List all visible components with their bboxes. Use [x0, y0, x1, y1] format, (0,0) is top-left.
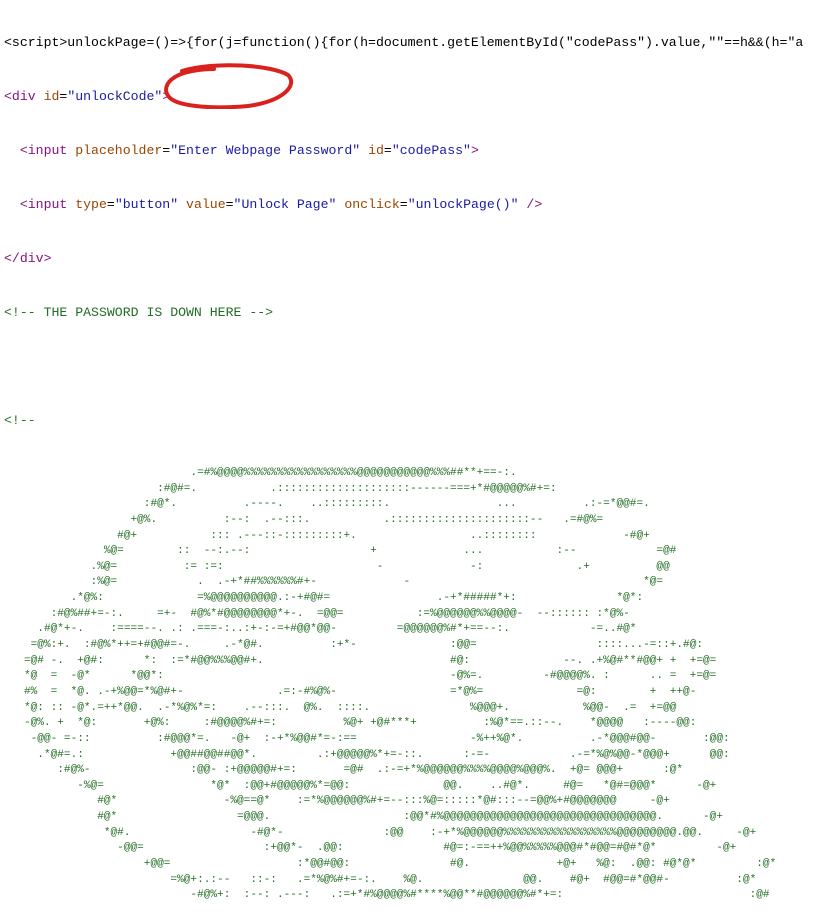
ascii-art-line: *@: :: -@*.=++*@@. .-*%@%*=: .--:::. @%.…: [4, 701, 677, 714]
div-open-line: <div id="unlockCode">: [4, 89, 171, 104]
ascii-art-line: +@%. :--: .--:::. .:::::::::::::::::::::…: [4, 513, 604, 526]
ascii-art-line: *@ = -@* *@@*: -@%=. -#@@@@%. : .. = +=@…: [4, 670, 717, 683]
ascii-art-line: #@* =@@@. :@@*#%@@@@@@@@@@@@@@@@@@@@@@@@…: [4, 811, 723, 824]
ascii-art-line: :#@*. .----. ..:::::::::. ... .:-=*@@#=.: [4, 498, 650, 511]
ascii-art-comment: .=#%@@@@%%%%%%%%%%%%%%%%%@@@@@@@@@@@%%%#…: [4, 466, 829, 904]
ascii-art-line: #@* -%@==@* :=*%@@@@@@%#+=--:::%@=:::::*…: [4, 795, 670, 808]
ascii-art-line: =%@+:.:-- ::-: .=*%@%#+=-:. %@. @@. #@+ …: [4, 873, 757, 886]
ascii-art-line: -%@= *@* :@@+#@@@@@%*=@@: @@. ..#@*. #@=…: [4, 779, 717, 792]
password-input-line: <input placeholder="Enter Webpage Passwo…: [19, 143, 479, 158]
ascii-art-line: -@%. + *@: +@%: :#@@@@%#+=: %@+ +@#***+ …: [4, 717, 697, 730]
ascii-art-line: #@+ ::: .---::-:::::::::+. ..:::::::: -#…: [4, 529, 650, 542]
ascii-art-line: #% = *@. .-+%@@=*%@#+- .=:-#%@%- =*@%= =…: [4, 685, 697, 698]
ascii-art-line: :#@%- :@@- :+@@@@@#+=: =@# .:-=+*%@@@@@@…: [4, 764, 684, 777]
script-line: <script>unlockPage=()=>{for(j=function()…: [4, 35, 804, 50]
ascii-art-line: .=#%@@@@%%%%%%%%%%%%%%%%%@@@@@@@@@@@%%%#…: [4, 467, 517, 479]
ascii-art-line: :%@= . .-+*##%%%%%%#+- - *@=: [4, 576, 664, 589]
ascii-art-line: :#@%##+=-:. =+- #@%*#@@@@@@@@*+-. =@@= :…: [4, 607, 630, 620]
ascii-art-line: %@= :: --:.--: + ... :-- =@#: [4, 545, 677, 558]
ascii-art-line: :#@#=. .::::::::::::::::::::------===+*#…: [4, 482, 557, 495]
div-close-line: </div>: [4, 251, 52, 266]
ascii-art-line: =@%:+. :#@%*++=+#@@#=-. .-*@#. :+*- :@@=…: [4, 639, 704, 652]
ascii-art-line: .%@= := :=: - -: .+ @@: [4, 560, 670, 573]
source-code-view: <script>unlockPage=()=>{for(j=function()…: [4, 0, 829, 922]
ascii-art-line: +@@= :*@@#@@: #@. +@+ %@: .@@: #@*@* :@*: [4, 858, 777, 871]
ascii-art-line: .#@*+-. :====--. .: .===-:..:+-:-=+#@@*@…: [4, 623, 637, 636]
password-hint-comment: <!-- THE PASSWORD IS DOWN HERE -->: [4, 305, 274, 320]
ascii-art-line: -@@- =-:: :#@@@*=. -@+ :-+*%@@#*=-:== -%…: [4, 732, 730, 745]
ascii-art-line: *@#. -#@*- :@@ :-+*%@@@@@@%%%%%%%%%%%%%%…: [4, 826, 757, 839]
ascii-art-line: .*@#=.: +@@##@@##@@*. .:+@@@@@%*+=-::. :…: [4, 748, 730, 761]
ascii-art-line: .*@%: =%@@@@@@@@@@.:-+#@#= .-+*#####*+: …: [4, 592, 644, 605]
unlock-button-line: <input type="button" value="Unlock Page"…: [19, 197, 543, 212]
ascii-art-line: -#@%+: :--: .---: .:=+*#%@@@@%#****%@@**…: [4, 889, 770, 902]
ascii-art-line: -@@= :+@@*- .@@: #@=:-==++%@@%%%%%@@@#*#…: [4, 842, 737, 855]
page-source-view: { "source": { "script_line": "<script>un…: [0, 0, 829, 901]
ascii-art-line: =@# -. +@#: *: :=*#@@%%%@@#+. #@: --. .+…: [4, 654, 717, 667]
art-comment-open: <!--: [4, 413, 36, 428]
